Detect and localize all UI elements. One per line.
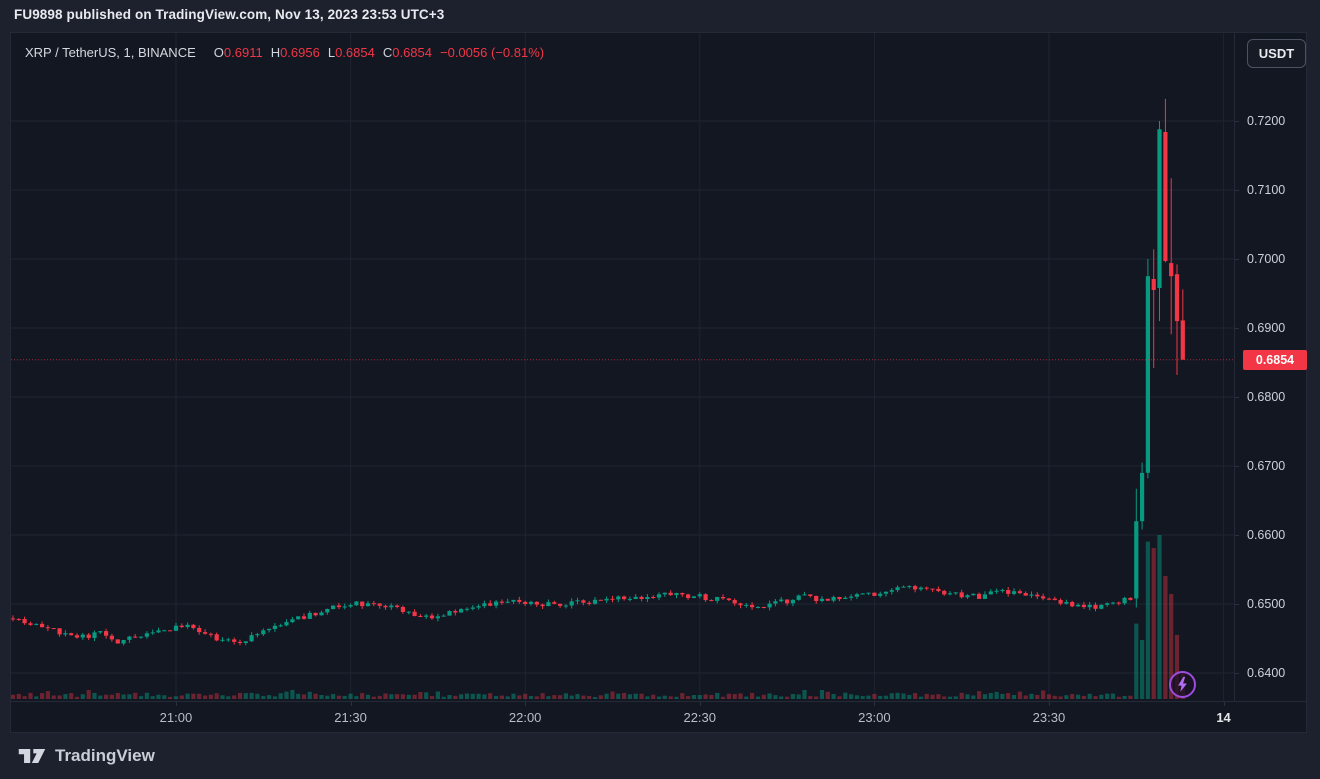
time-axis[interactable]: 21:00 21:30 22:00 22:30 23:00 23:30 14: [11, 701, 1306, 733]
brand-name: TradingView: [55, 746, 155, 766]
ohlc-key: L: [328, 45, 335, 60]
ohlc-key: C: [383, 45, 392, 60]
tradingview-logo-icon: [17, 746, 47, 766]
price-tick-label: 0.6400: [1247, 665, 1307, 681]
price-tick-label: 0.6700: [1247, 458, 1307, 474]
time-tick-mark: [1049, 702, 1050, 706]
price-tick-mark: [1235, 190, 1239, 191]
publish-info-line: FU9898 published on TradingView.com, Nov…: [14, 7, 444, 22]
symbol-title: XRP / TetherUS, 1, BINANCE: [25, 45, 196, 60]
time-tick-mark: [874, 702, 875, 706]
price-tick-label: 0.7000: [1247, 251, 1307, 267]
time-tick-mark: [525, 702, 526, 706]
time-tick-mark: [700, 702, 701, 706]
lightning-bolt-glyph: [1171, 673, 1194, 696]
price-tick-label: 0.6900: [1247, 320, 1307, 336]
footer-brand-link[interactable]: TradingView: [17, 746, 155, 766]
price-tick-mark: [1235, 259, 1239, 260]
price-tick-mark: [1235, 604, 1239, 605]
time-tick-label: 21:30: [334, 710, 367, 725]
ohlc-value: 0.6854: [335, 45, 375, 60]
ohlc-key: O: [214, 45, 224, 60]
currency-toggle-button[interactable]: USDT: [1247, 39, 1306, 68]
time-tick-mark: [176, 702, 177, 706]
ohlc-value: 0.6956: [280, 45, 320, 60]
published-chart-page: FU9898 published on TradingView.com, Nov…: [0, 0, 1320, 779]
ohlc-value: 0.6854: [392, 45, 432, 60]
time-tick-mark: [1224, 702, 1225, 706]
chart-panel: XRP / TetherUS, 1, BINANCE O0.6911 H0.6956…: [10, 32, 1307, 733]
price-tick-mark: [1235, 466, 1239, 467]
price-tick-mark: [1235, 328, 1239, 329]
time-tick-label: 14: [1216, 710, 1230, 725]
chart-legend: XRP / TetherUS, 1, BINANCE O0.6911 H0.6956…: [25, 45, 544, 60]
candlestick-plot[interactable]: [11, 33, 1234, 701]
ohlc-values: O0.6911H0.6956L0.6854C0.6854: [206, 45, 432, 60]
time-tick-label: 21:00: [160, 710, 193, 725]
price-tick-mark: [1235, 673, 1239, 674]
price-tick-label: 0.6600: [1247, 527, 1307, 543]
time-tick-mark: [351, 702, 352, 706]
price-tick-label: 0.7100: [1247, 182, 1307, 198]
change-value: −0.0056 (−0.81%): [440, 45, 544, 60]
price-tick-label: 0.6800: [1247, 389, 1307, 405]
lightning-icon[interactable]: [1169, 671, 1196, 698]
price-tick-label: 0.7200: [1247, 113, 1307, 129]
price-tick-label: 0.6500: [1247, 596, 1307, 612]
price-tick-mark: [1235, 397, 1239, 398]
time-tick-label: 22:00: [509, 710, 542, 725]
time-tick-label: 23:00: [858, 710, 891, 725]
ohlc-value: 0.6911: [224, 45, 263, 60]
price-tick-mark: [1235, 535, 1239, 536]
time-tick-label: 23:30: [1033, 710, 1066, 725]
last-price-label: 0.6854: [1243, 350, 1307, 370]
price-tick-mark: [1235, 121, 1239, 122]
time-tick-label: 22:30: [683, 710, 716, 725]
ohlc-key: H: [271, 45, 280, 60]
